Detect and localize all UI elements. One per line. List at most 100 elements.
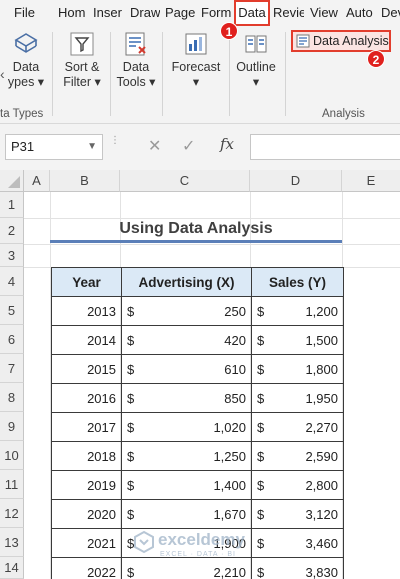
tab-data[interactable]: Data: [234, 0, 270, 26]
outline-caret: ▾: [252, 75, 260, 89]
tab-view[interactable]: View: [310, 0, 340, 26]
row-header-13[interactable]: 13: [0, 528, 24, 557]
cell-advertising[interactable]: $2,210: [121, 557, 252, 579]
sort-filter-label-2: Filter ▾: [63, 75, 101, 89]
outline-button[interactable]: Outline ▾: [233, 30, 279, 90]
title-underline: [50, 240, 342, 243]
cell-sales[interactable]: $1,500: [251, 325, 344, 355]
cell-advertising[interactable]: $1,250: [121, 441, 252, 471]
cell-year[interactable]: 2021: [51, 528, 122, 558]
cell-year[interactable]: 2013: [51, 296, 122, 326]
cell-sales[interactable]: $1,800: [251, 354, 344, 384]
cell-advertising[interactable]: $1,020: [121, 412, 252, 442]
row-header-12[interactable]: 12: [0, 499, 24, 528]
tab-home[interactable]: Hom: [58, 0, 88, 26]
cell-year[interactable]: 2016: [51, 383, 122, 413]
tab-developer[interactable]: Dev: [381, 0, 400, 26]
row-header-5[interactable]: 5: [0, 296, 24, 325]
cell-advertising[interactable]: $250: [121, 296, 252, 326]
row-header-7[interactable]: 7: [0, 354, 24, 383]
formula-input[interactable]: [250, 134, 400, 160]
cell-advertising[interactable]: $1,400: [121, 470, 252, 500]
row-header-2[interactable]: 2: [0, 218, 24, 244]
column-header-d[interactable]: D: [250, 170, 342, 192]
name-box[interactable]: P31 ▼: [5, 134, 103, 160]
row-header-4[interactable]: 4: [0, 267, 24, 296]
row-header-3[interactable]: 3: [0, 244, 24, 267]
cell-value: 3,830: [305, 564, 338, 579]
column-header-e[interactable]: E: [342, 170, 400, 192]
header-advertising[interactable]: Advertising (X): [121, 267, 252, 297]
data-tools-button[interactable]: Data Tools ▾: [114, 30, 158, 90]
row-header-8[interactable]: 8: [0, 383, 24, 412]
cell-sales[interactable]: $1,200: [251, 296, 344, 326]
enter-icon[interactable]: ✓: [182, 136, 195, 156]
group-separator: [52, 32, 53, 116]
cell-year[interactable]: 2018: [51, 441, 122, 471]
cell-year[interactable]: 2017: [51, 412, 122, 442]
cell-year[interactable]: 2020: [51, 499, 122, 529]
currency-symbol: $: [127, 419, 135, 435]
cell-advertising[interactable]: $1,900: [121, 528, 252, 558]
header-year[interactable]: Year: [51, 267, 122, 297]
cell-year[interactable]: 2022: [51, 557, 122, 579]
cell-value: 2,270: [305, 419, 338, 435]
column-header-a[interactable]: A: [24, 170, 50, 192]
tab-file[interactable]: File: [14, 0, 40, 26]
cell-advertising[interactable]: $850: [121, 383, 252, 413]
currency-symbol: $: [127, 361, 135, 377]
row-header-10[interactable]: 10: [0, 441, 24, 470]
select-all-corner[interactable]: [0, 170, 24, 192]
row-header-6[interactable]: 6: [0, 325, 24, 354]
cell-value: 3,120: [305, 506, 338, 522]
column-header-c[interactable]: C: [120, 170, 250, 192]
currency-symbol: $: [257, 448, 265, 464]
cancel-icon[interactable]: ✕: [148, 136, 161, 156]
cell-sales[interactable]: $3,120: [251, 499, 344, 529]
cell-sales[interactable]: $2,590: [251, 441, 344, 471]
sheet-title[interactable]: Using Data Analysis: [50, 218, 342, 240]
row-header-14[interactable]: 14: [0, 557, 24, 579]
cell-sales[interactable]: $1,950: [251, 383, 344, 413]
data-tools-label-1: Data: [122, 60, 150, 74]
cell-year[interactable]: 2019: [51, 470, 122, 500]
tab-draw[interactable]: Draw: [130, 0, 160, 26]
fx-icon[interactable]: fx: [220, 135, 234, 153]
cell-value: 2,800: [305, 477, 338, 493]
cell-sales[interactable]: $3,830: [251, 557, 344, 579]
table-row: 2015 $610 $1,800: [51, 354, 344, 384]
data-analysis-label: Data Analysis: [313, 34, 389, 48]
tab-page-layout[interactable]: Page: [165, 0, 195, 26]
cell-advertising[interactable]: $610: [121, 354, 252, 384]
tab-review[interactable]: Revie: [273, 0, 304, 26]
tab-insert[interactable]: Inser: [93, 0, 125, 26]
table-row: 2017 $1,020 $2,270: [51, 412, 344, 442]
cell-sales[interactable]: $2,800: [251, 470, 344, 500]
column-header-b[interactable]: B: [50, 170, 120, 192]
header-sales[interactable]: Sales (Y): [251, 267, 344, 297]
data-types-button[interactable]: Data ypes ▾: [6, 30, 46, 90]
group-separator: [229, 32, 230, 116]
sort-filter-button[interactable]: Sort & Filter ▾: [58, 30, 106, 90]
cell-advertising[interactable]: $420: [121, 325, 252, 355]
data-analysis-button[interactable]: Data Analysis: [291, 30, 391, 52]
tab-automate[interactable]: Auto: [346, 0, 376, 26]
currency-symbol: $: [257, 390, 265, 406]
row-header-1[interactable]: 1: [0, 192, 24, 218]
cell-value: 420: [224, 332, 246, 348]
cell-value: 1,400: [213, 477, 246, 493]
chevron-down-icon[interactable]: ▼: [87, 135, 97, 159]
row-header-9[interactable]: 9: [0, 412, 24, 441]
cell-sales[interactable]: $2,270: [251, 412, 344, 442]
cell-value: 1,500: [305, 332, 338, 348]
cell-advertising[interactable]: $1,670: [121, 499, 252, 529]
cell-value: 850: [224, 390, 246, 406]
data-types-label-1: Data: [12, 60, 40, 74]
cell-year[interactable]: 2015: [51, 354, 122, 384]
table-row: 2022 $2,210 $3,830: [51, 557, 344, 579]
forecast-caret: ▾: [192, 75, 200, 89]
cell-sales[interactable]: $3,460: [251, 528, 344, 558]
cell-year[interactable]: 2014: [51, 325, 122, 355]
forecast-button[interactable]: Forecast ▾: [168, 30, 224, 90]
row-header-11[interactable]: 11: [0, 470, 24, 499]
